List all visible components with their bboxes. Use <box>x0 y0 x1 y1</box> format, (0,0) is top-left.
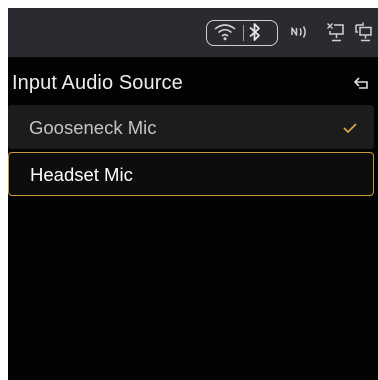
checkmark-icon <box>343 123 357 133</box>
list-item-label: Headset Mic <box>30 164 133 185</box>
list-item-label: Gooseneck Mic <box>29 117 157 138</box>
wifi-icon <box>214 24 236 41</box>
device-screen: Input Audio Source Gooseneck Mic Headset… <box>8 8 378 380</box>
bluetooth-icon <box>249 23 260 41</box>
network-off-icon <box>327 23 344 42</box>
network-icon <box>355 22 372 42</box>
list-item-gooseneck-mic[interactable]: Gooseneck Mic <box>8 105 374 149</box>
back-icon[interactable] <box>353 76 371 90</box>
status-bar <box>8 8 378 57</box>
page-title: Input Audio Source <box>12 72 183 94</box>
list-item-headset-mic[interactable]: Headset Mic <box>8 152 374 196</box>
nfc-icon <box>291 26 306 38</box>
divider <box>243 25 244 41</box>
